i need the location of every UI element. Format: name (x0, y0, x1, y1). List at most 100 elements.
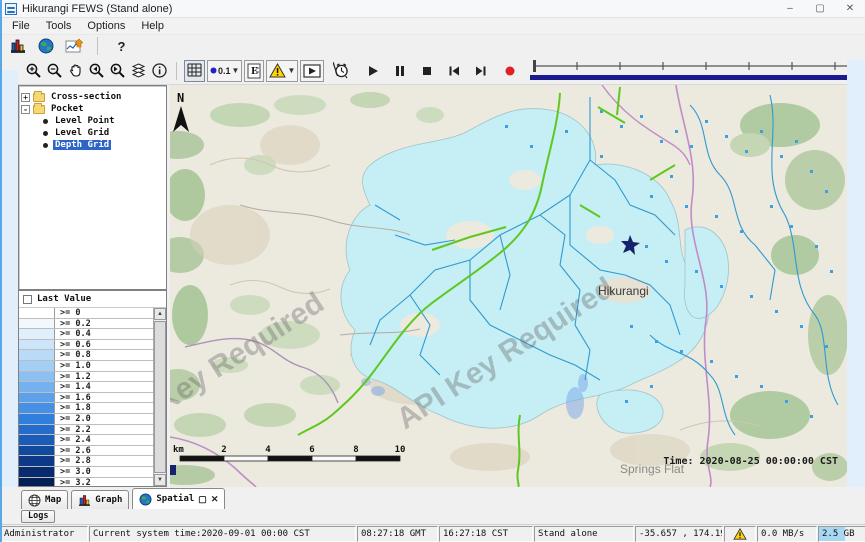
legend-swatch (19, 456, 55, 466)
time-slider[interactable] (529, 59, 865, 83)
status-text: 08:27:18 GMT (361, 529, 426, 539)
legend-swatch (19, 467, 55, 477)
pan-hand-icon[interactable] (66, 61, 85, 80)
tree-item-label: Pocket (49, 104, 86, 114)
map-toolbar: 0.1 ▼ E ▼ (0, 57, 865, 85)
svg-text:N: N (177, 91, 184, 105)
interval-value: 0.1 (218, 66, 231, 76)
tree-expander-icon[interactable]: - (21, 105, 30, 114)
map-time-label: Time: 2020-08-25 00:00:00 CST (663, 455, 838, 467)
slider-range-bar (530, 75, 865, 80)
status-system-time: Current system time:2020-09-01 00:00 CST (89, 526, 356, 542)
legend-swatch (19, 425, 55, 435)
map-canvas[interactable]: API Key Required API Key Required N km 2… (170, 85, 848, 487)
tree-item-pocket[interactable]: - Pocket (21, 103, 164, 115)
record-icon[interactable] (500, 61, 519, 80)
label-toggle-button[interactable]: E (244, 60, 264, 82)
stop-icon[interactable] (417, 61, 436, 80)
logs-button[interactable]: Logs (21, 510, 55, 523)
legend-label: >= 0.4 (55, 329, 91, 339)
app-logo-icon (5, 3, 17, 15)
globe-icon (139, 493, 152, 506)
legend-row: >= 0.2 (19, 319, 153, 330)
zoom-next-icon[interactable] (108, 61, 127, 80)
bullet-icon (43, 119, 48, 124)
help-icon[interactable]: ? (112, 37, 131, 56)
warning-threshold-dropdown[interactable]: ▼ (266, 60, 298, 82)
close-pane-icon[interactable]: ✕ (211, 495, 219, 504)
menu-options[interactable]: Options (79, 20, 133, 32)
legend-label: >= 2.4 (55, 435, 91, 445)
last-value-checkbox[interactable] (23, 295, 32, 304)
legend-label: >= 0.8 (55, 350, 91, 360)
legend-scrollbar[interactable]: ▲ ▼ (153, 308, 166, 486)
legend-swatch (19, 403, 55, 413)
tree-item-cross-section[interactable]: + Cross-section (21, 91, 164, 103)
tree-item-level-grid[interactable]: Level Grid (21, 127, 164, 139)
legend-label: >= 2.8 (55, 456, 91, 466)
grid-display-button[interactable] (184, 60, 205, 82)
status-text: Administrator (4, 529, 74, 539)
close-button[interactable]: ✕ (835, 0, 865, 18)
timer-icon[interactable] (332, 61, 351, 80)
legend-swatch (19, 446, 55, 456)
tree-item-depth-grid[interactable]: Depth Grid (21, 139, 164, 151)
timeseries-dialog-icon[interactable] (64, 37, 83, 56)
legend-row: >= 1.2 (19, 372, 153, 383)
info-icon[interactable] (150, 61, 169, 80)
menu-help[interactable]: Help (133, 20, 172, 32)
zoom-in-icon[interactable] (24, 61, 43, 80)
layers-icon[interactable] (129, 61, 148, 80)
menu-tools[interactable]: Tools (38, 20, 80, 32)
status-gmt-time: 08:27:18 GMT (357, 526, 438, 542)
minimize-button[interactable]: – (775, 0, 805, 18)
maximize-button[interactable]: ▢ (805, 0, 835, 18)
window-edge (0, 0, 2, 542)
skip-start-icon[interactable] (444, 61, 463, 80)
status-memory: 2.5 GB (818, 526, 865, 542)
toolbar-separator (176, 62, 177, 80)
legend-row: >= 1.8 (19, 403, 153, 414)
tree-item-level-point[interactable]: Level Point (21, 115, 164, 127)
legend-label: >= 3.0 (55, 467, 91, 477)
legend-swatch (19, 414, 55, 424)
legend-row: >= 1.6 (19, 393, 153, 404)
status-text: Stand alone (538, 529, 598, 539)
legend-row: >= 3.2 (19, 478, 153, 487)
scrollbar-thumb[interactable] (154, 321, 166, 473)
tree-item-label: Cross-section (49, 92, 123, 102)
svg-text:km: km (173, 445, 184, 455)
restore-pane-icon[interactable]: ▢ (198, 495, 207, 504)
status-coordinates: -35.657 , 174.199 (635, 526, 723, 542)
spatial-display-icon[interactable] (36, 37, 55, 56)
pause-icon[interactable] (390, 61, 409, 80)
status-user: Administrator (0, 526, 88, 542)
slider-handle[interactable] (533, 60, 536, 72)
chevron-down-icon: ▼ (232, 67, 240, 75)
skip-end-icon[interactable] (471, 61, 490, 80)
tab-graph[interactable]: Graph (71, 490, 129, 509)
zoom-out-icon[interactable] (45, 61, 64, 80)
legend-label: >= 0.6 (55, 340, 91, 350)
play-icon[interactable] (363, 61, 382, 80)
database-viewer-icon[interactable] (8, 37, 27, 56)
legend-row: >= 2.2 (19, 425, 153, 436)
scroll-up-icon[interactable]: ▲ (154, 308, 166, 320)
toolbar-separator (97, 37, 98, 55)
status-warning (724, 526, 756, 542)
tree-expander-icon[interactable]: + (21, 93, 30, 102)
menu-file[interactable]: File (4, 20, 38, 32)
class-interval-dropdown[interactable]: 0.1 ▼ (207, 60, 242, 82)
legend-list: >= 0>= 0.2>= 0.4>= 0.6>= 0.8>= 1.0>= 1.2… (19, 308, 153, 486)
zoom-previous-icon[interactable] (87, 61, 106, 80)
bottom-tab-bar: Map Graph Spatial ▢ ✕ (18, 488, 848, 509)
scroll-down-icon[interactable]: ▼ (154, 474, 166, 486)
tree-item-label: Level Grid (53, 128, 111, 138)
scale-tick-label: 8 (353, 445, 358, 455)
animation-display-button[interactable] (300, 60, 324, 82)
tab-spatial[interactable]: Spatial ▢ ✕ (132, 488, 225, 509)
legend-row: >= 2.8 (19, 456, 153, 467)
title-bar: Hikurangi FEWS (Stand alone) – ▢ ✕ (0, 0, 865, 18)
legend-row: >= 2.0 (19, 414, 153, 425)
tab-map[interactable]: Map (21, 490, 68, 509)
